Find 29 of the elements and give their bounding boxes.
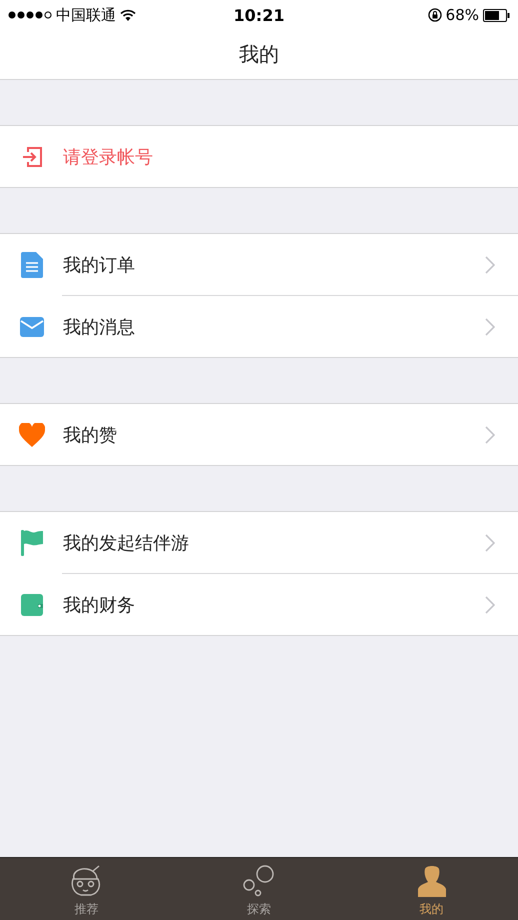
wallet-icon <box>21 594 43 616</box>
clock-time: 10:21 <box>234 6 284 24</box>
menu-item[interactable]: 我的赞 <box>0 404 518 465</box>
rotation-lock-icon <box>428 8 442 22</box>
document-icon <box>21 252 43 278</box>
menu-item[interactable]: 我的消息 <box>0 296 518 357</box>
bubbles-icon <box>243 865 275 897</box>
heart-icon <box>19 422 45 446</box>
login-icon <box>20 144 44 168</box>
battery-percent: 68% <box>446 6 479 24</box>
carrier-name: 中国联通 <box>56 6 116 24</box>
person-icon <box>416 865 447 897</box>
tab-item[interactable]: 推荐 <box>0 858 173 920</box>
chevron-icon <box>485 596 495 614</box>
menu-item[interactable]: 我的订单 <box>0 234 518 295</box>
chevron-icon <box>485 256 495 274</box>
envelope-icon <box>20 316 44 336</box>
menu-item[interactable]: 我的财务 <box>0 574 518 635</box>
chevron-icon <box>485 426 495 444</box>
wifi-icon <box>120 9 136 21</box>
flag-icon <box>21 530 43 556</box>
tab-item[interactable]: 探索 <box>172 858 346 920</box>
tab-item[interactable]: 我的 <box>345 858 518 920</box>
signal-icon <box>8 11 52 19</box>
menu-item[interactable]: 我的发起结伴游 <box>0 512 518 573</box>
chevron-icon <box>485 534 495 552</box>
page-title: 我的 <box>239 41 279 68</box>
battery-icon <box>483 8 510 22</box>
chevron-icon <box>485 318 495 336</box>
